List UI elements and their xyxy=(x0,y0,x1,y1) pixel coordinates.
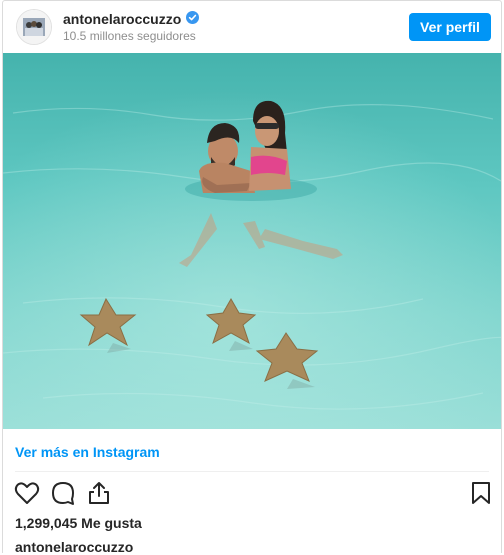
comment-icon[interactable] xyxy=(49,479,77,507)
verified-badge-icon xyxy=(186,11,200,27)
username[interactable]: antonelaroccuzzo xyxy=(63,11,200,27)
photo-image xyxy=(3,53,501,429)
heart-icon[interactable] xyxy=(13,479,41,507)
share-icon[interactable] xyxy=(85,479,113,507)
view-profile-button[interactable]: Ver perfil xyxy=(409,13,491,41)
username-text[interactable]: antonelaroccuzzo xyxy=(63,11,181,27)
likes-count[interactable]: 1,299,045 Me gusta xyxy=(15,515,142,531)
instagram-embed: antonelaroccuzzo 10.5 millones seguidore… xyxy=(2,0,502,555)
avatar[interactable] xyxy=(16,9,52,45)
post-photo[interactable] xyxy=(3,53,501,429)
divider xyxy=(15,471,489,472)
view-more-link[interactable]: Ver más en Instagram xyxy=(15,444,160,460)
bookmark-icon[interactable] xyxy=(467,479,495,507)
post-actions xyxy=(3,479,501,509)
post-header: antonelaroccuzzo 10.5 millones seguidore… xyxy=(3,1,501,53)
followers-count: 10.5 millones seguidores xyxy=(63,29,196,43)
